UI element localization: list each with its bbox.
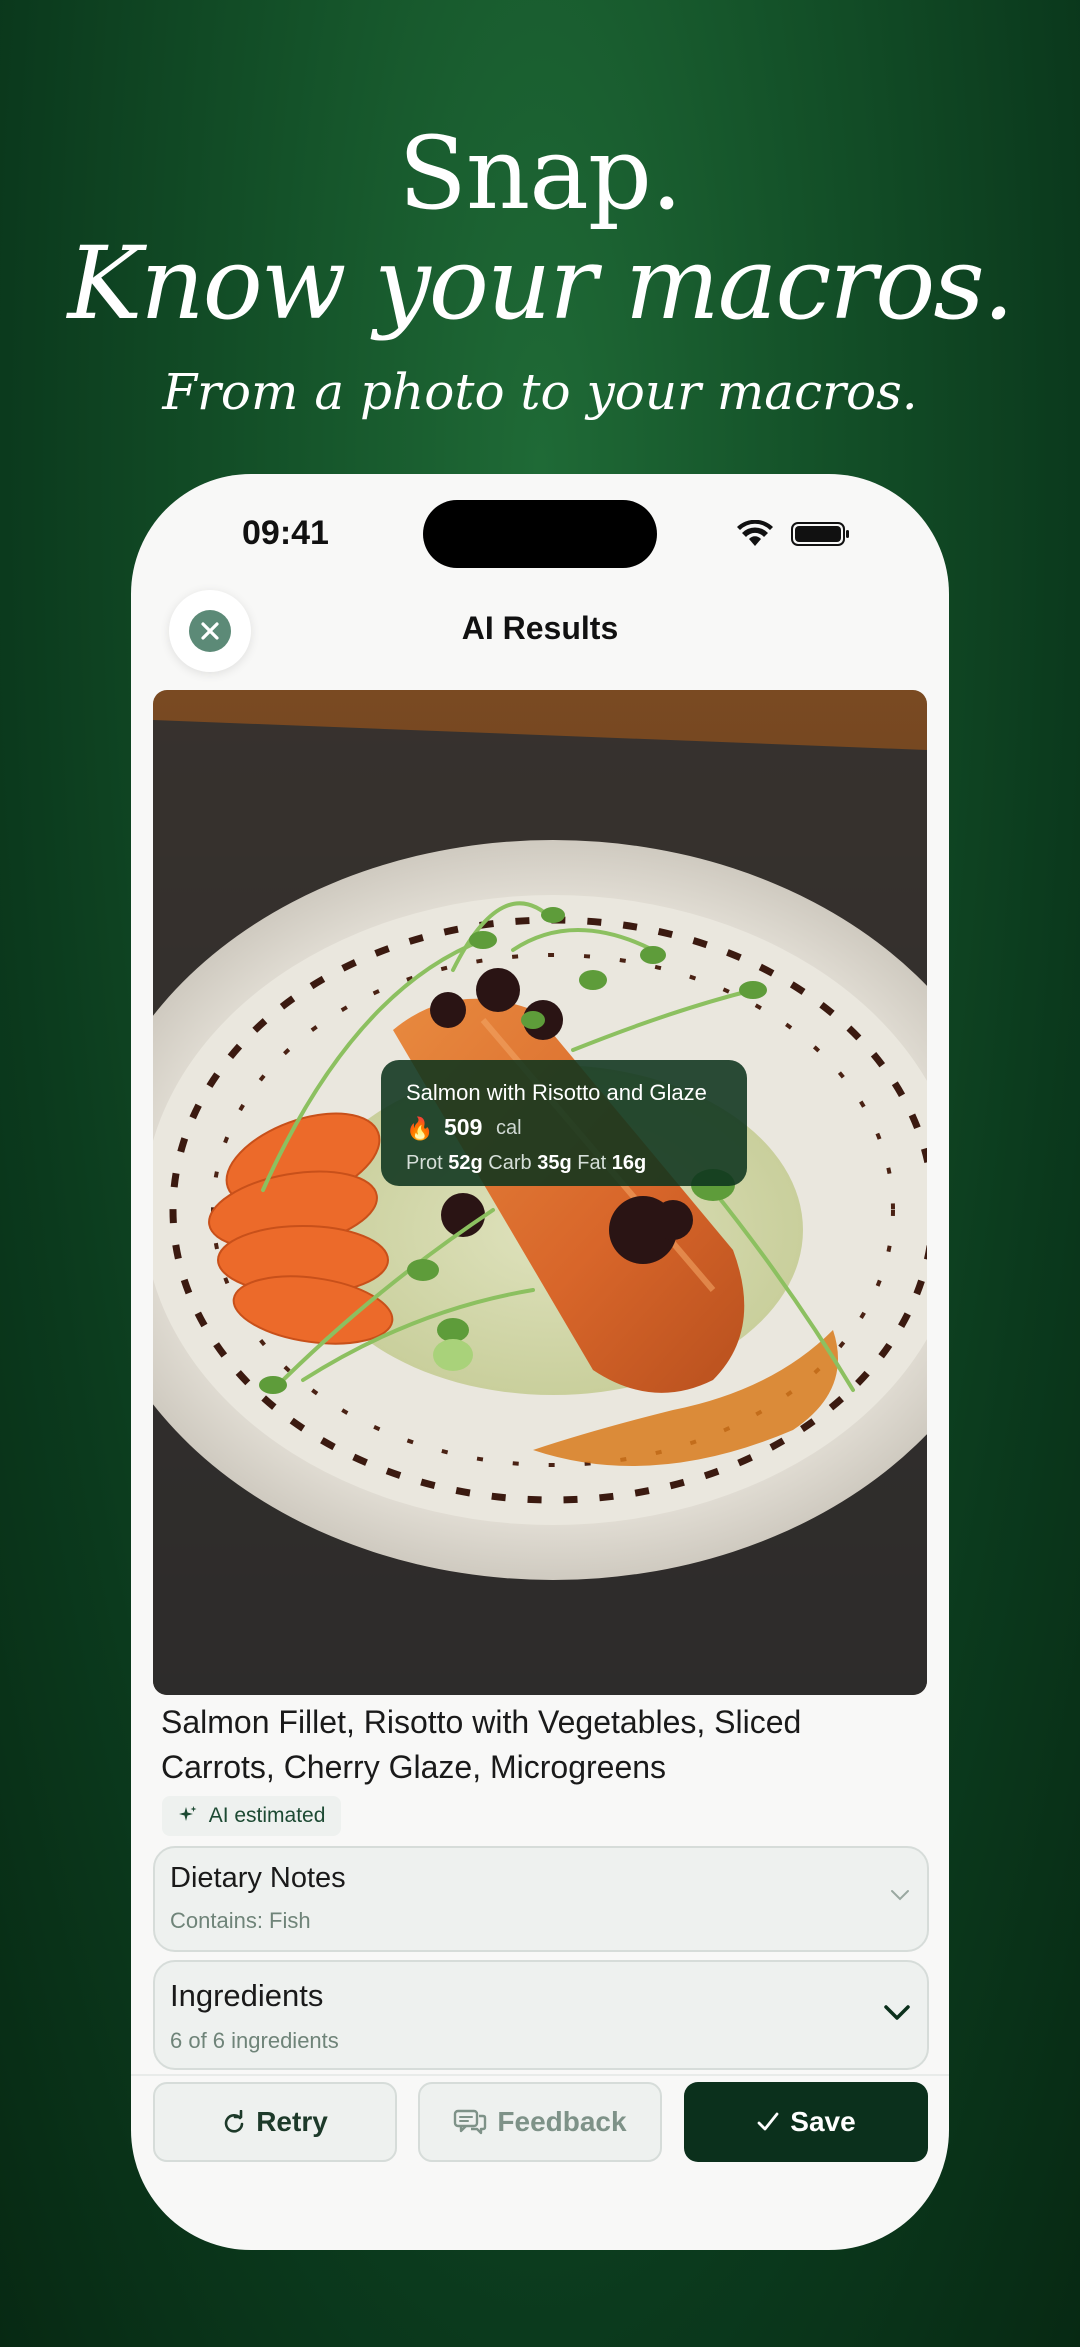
checkmark-icon (756, 2111, 780, 2133)
ai-estimated-label: AI estimated (208, 1804, 326, 1827)
hero-subtitle: From a photo to your macros. (162, 363, 918, 421)
ai-estimated-badge: AI estimated (162, 1796, 342, 1836)
tooltip-calories-unit: cal (496, 1117, 522, 1139)
hero-title-line2: Know your macros. (67, 225, 1015, 342)
prot-label: Prot (406, 1152, 443, 1174)
fat-label: Fat (577, 1152, 607, 1174)
phone-frame: 09:41 AI Results Salmon with Risotto and… (131, 474, 949, 2250)
save-label: Save (790, 2106, 856, 2137)
carb-value: 35g (537, 1152, 572, 1174)
ingredients-card[interactable]: Ingredients 6 of 6 ingredients (153, 1960, 929, 2070)
food-photo-illustration (153, 690, 927, 1695)
nutrition-tooltip[interactable]: Salmon with Risotto and Glaze 🔥 509 cal … (381, 1060, 747, 1186)
sparkle-icon (179, 1806, 197, 1821)
hero-title-line1: Snap. (398, 115, 682, 232)
battery-icon (791, 522, 849, 546)
retry-button[interactable]: Retry (153, 2082, 397, 2162)
ingredients-subtitle: 6 of 6 ingredients (170, 2028, 339, 2053)
chevron-down-icon (891, 1890, 909, 1901)
dietary-notes-subtitle: Contains: Fish (170, 1908, 311, 1933)
food-photo[interactable]: Salmon with Risotto and Glaze 🔥 509 cal … (153, 690, 927, 1695)
tooltip-calories: 509 (444, 1114, 483, 1140)
status-time: 09:41 (242, 514, 329, 552)
nav-title: AI Results (461, 610, 619, 646)
dietary-notes-title: Dietary Notes (170, 1862, 346, 1894)
tooltip-macros: Prot 52g Carb 35g Fat 16g (406, 1152, 646, 1175)
flame-icon: 🔥 (406, 1116, 434, 1141)
save-button[interactable]: Save (684, 2082, 928, 2162)
retry-label: Retry (256, 2106, 328, 2137)
ingredients-title: Ingredients (170, 1978, 324, 2013)
feedback-button[interactable]: Feedback (418, 2082, 662, 2162)
chevron-down-icon (884, 2005, 910, 2020)
wifi-icon (737, 520, 773, 546)
bottom-bar-divider (131, 2074, 949, 2076)
feedback-label: Feedback (497, 2106, 627, 2137)
tooltip-food-name: Salmon with Risotto and Glaze (406, 1080, 707, 1105)
retry-icon (222, 2110, 246, 2134)
dietary-notes-card[interactable]: Dietary Notes Contains: Fish (153, 1846, 929, 1952)
prot-value: 52g (448, 1152, 483, 1174)
fat-value: 16g (611, 1152, 647, 1174)
dynamic-island (423, 500, 657, 568)
carb-label: Carb (488, 1152, 532, 1174)
dish-title: Salmon Fillet, Risotto with Vegetables, … (161, 1704, 802, 1785)
feedback-icon (453, 2109, 487, 2135)
